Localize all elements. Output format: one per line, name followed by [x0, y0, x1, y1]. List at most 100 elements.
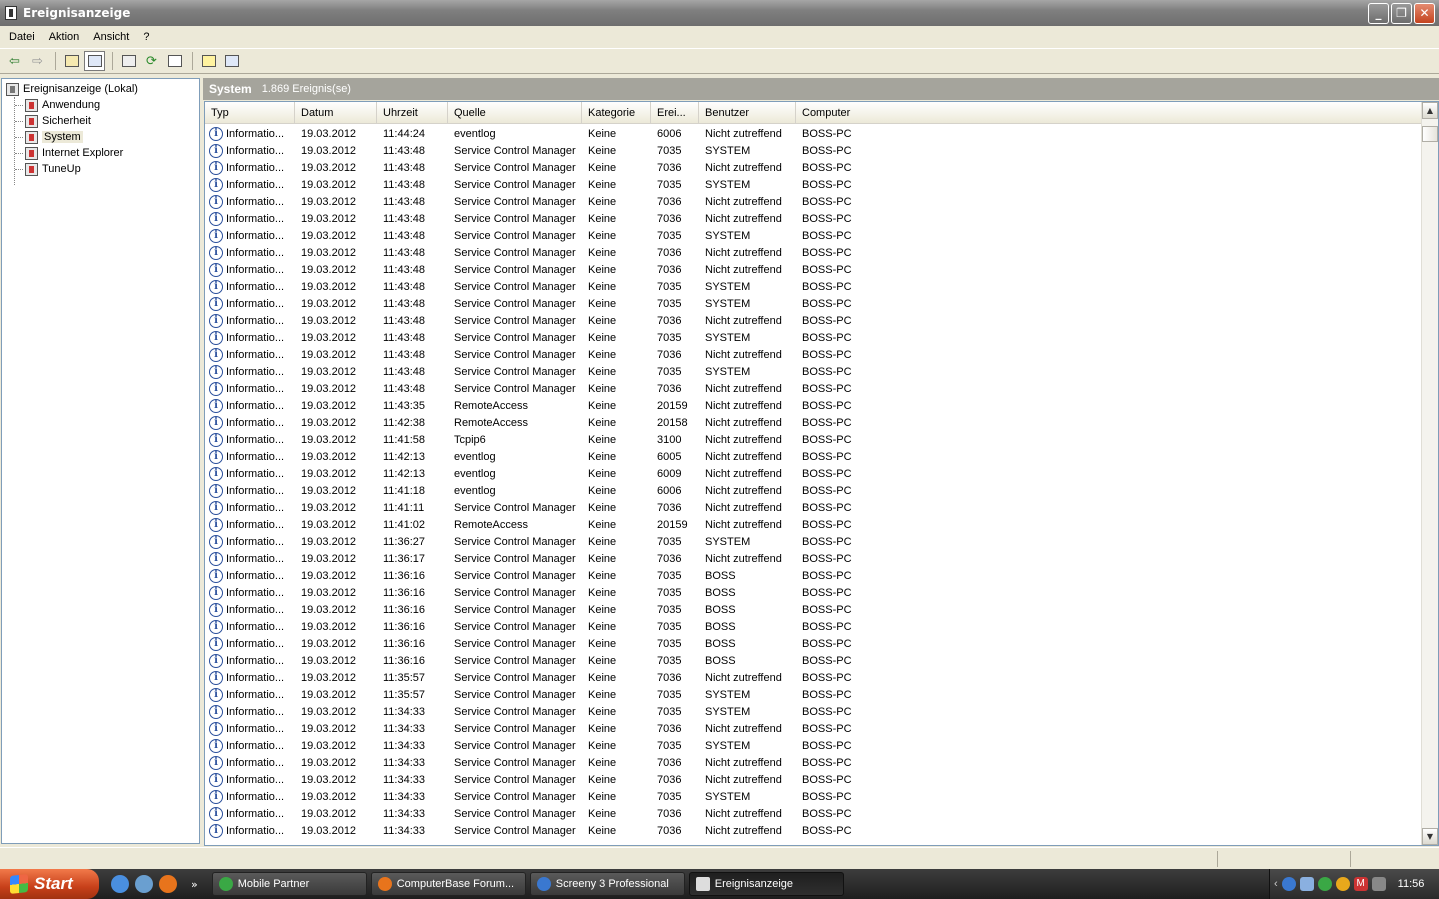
table-row[interactable]: i Informatio... 19.03.2012 11:34:33 Service …	[205, 822, 1421, 839]
tray-mobile-partner-icon[interactable]	[1317, 877, 1332, 891]
table-row[interactable]: i Informatio... 19.03.2012 11:36:27 Service …	[205, 533, 1421, 550]
table-row[interactable]: i Informatio... 19.03.2012 11:35:57 Service …	[205, 669, 1421, 686]
tray-app-icon[interactable]	[1335, 877, 1350, 891]
tray-mail-icon[interactable]: M	[1353, 877, 1368, 891]
ie-quicklaunch-icon[interactable]	[111, 875, 129, 893]
table-row[interactable]: i Informatio... 19.03.2012 11:43:48 Service …	[205, 261, 1421, 278]
table-row[interactable]: i Informatio... 19.03.2012 11:42:13 eventlog…	[205, 448, 1421, 465]
table-row[interactable]: i Informatio... 19.03.2012 11:43:48 Service …	[205, 227, 1421, 244]
event-source-cell: Service Control Manager	[454, 773, 576, 786]
table-row[interactable]: i Informatio... 19.03.2012 11:41:11 Service …	[205, 499, 1421, 516]
event-category-cell: Keine	[588, 263, 617, 276]
show-hide-tree-icon[interactable]	[84, 51, 105, 71]
scroll-thumb[interactable]	[1422, 126, 1438, 142]
table-row[interactable]: i Informatio... 19.03.2012 11:34:33 Service …	[205, 754, 1421, 771]
table-row[interactable]: i Informatio... 19.03.2012 11:34:33 Service …	[205, 703, 1421, 720]
tray-network-icon[interactable]	[1299, 877, 1314, 891]
table-row[interactable]: i Informatio... 19.03.2012 11:41:02 RemoteAc…	[205, 516, 1421, 533]
up-folder-icon[interactable]	[61, 51, 82, 71]
taskbar-button-mobile-partner[interactable]: Mobile Partner	[211, 872, 367, 896]
vertical-scrollbar[interactable]: ▲ ▼	[1421, 102, 1438, 845]
table-row[interactable]: i Informatio... 19.03.2012 11:43:48 Service …	[205, 176, 1421, 193]
tree-connector	[15, 121, 23, 122]
table-row[interactable]: i Informatio... 19.03.2012 11:34:33 Service …	[205, 737, 1421, 754]
tree-item-tuneup[interactable]: TuneUp	[25, 161, 81, 177]
scroll-down-button[interactable]: ▼	[1422, 828, 1438, 845]
table-row[interactable]: i Informatio... 19.03.2012 11:35:57 Service …	[205, 686, 1421, 703]
tray-security-icon[interactable]	[1371, 877, 1386, 891]
tree-item-system[interactable]: System	[25, 129, 83, 145]
taskbar-button-screeny[interactable]: Screeny 3 Professional	[529, 872, 685, 896]
column-header-quelle[interactable]: Quelle	[448, 102, 582, 124]
tree-item-sicherheit[interactable]: Sicherheit	[25, 113, 91, 129]
column-header-datum[interactable]: Datum	[295, 102, 377, 124]
table-row[interactable]: i Informatio... 19.03.2012 11:36:16 Service …	[205, 567, 1421, 584]
information-icon: i	[209, 432, 223, 447]
table-row[interactable]: i Informatio... 19.03.2012 11:43:48 Service …	[205, 210, 1421, 227]
menu-aktion[interactable]: Aktion	[42, 31, 87, 43]
tree-root[interactable]: Ereignisanzeige (Lokal)	[6, 81, 138, 97]
table-row[interactable]: i Informatio... 19.03.2012 11:43:48 Service …	[205, 295, 1421, 312]
table-row[interactable]: i Informatio... 19.03.2012 11:36:16 Service …	[205, 635, 1421, 652]
column-header-ereignis[interactable]: Erei...	[651, 102, 699, 124]
table-row[interactable]: i Informatio... 19.03.2012 11:43:48 Service …	[205, 329, 1421, 346]
event-computer-cell: BOSS-PC	[802, 790, 852, 803]
help-icon[interactable]	[198, 51, 219, 71]
table-row[interactable]: i Informatio... 19.03.2012 11:43:48 Service …	[205, 363, 1421, 380]
close-button[interactable]: ✕	[1414, 3, 1435, 24]
table-row[interactable]: i Informatio... 19.03.2012 11:36:16 Service …	[205, 601, 1421, 618]
quicklaunch-overflow-icon[interactable]: »	[191, 878, 198, 891]
table-row[interactable]: i Informatio... 19.03.2012 11:43:35 RemoteAc…	[205, 397, 1421, 414]
table-row[interactable]: i Informatio... 19.03.2012 11:43:48 Service …	[205, 278, 1421, 295]
information-icon: i	[209, 279, 223, 294]
scroll-up-button[interactable]: ▲	[1422, 102, 1438, 119]
table-row[interactable]: i Informatio... 19.03.2012 11:34:33 Service …	[205, 788, 1421, 805]
table-row[interactable]: i Informatio... 19.03.2012 11:41:18 eventlog…	[205, 482, 1421, 499]
table-row[interactable]: i Informatio... 19.03.2012 11:43:48 Service …	[205, 346, 1421, 363]
table-row[interactable]: i Informatio... 19.03.2012 11:43:48 Service …	[205, 312, 1421, 329]
table-row[interactable]: i Informatio... 19.03.2012 11:34:33 Service …	[205, 805, 1421, 822]
table-row[interactable]: i Informatio... 19.03.2012 11:43:48 Service …	[205, 380, 1421, 397]
column-header-computer[interactable]: Computer	[796, 102, 896, 124]
minimize-button[interactable]: _	[1368, 3, 1389, 24]
taskbar-button-computerbase[interactable]: ComputerBase Forum...	[370, 872, 526, 896]
menu-help[interactable]: ?	[136, 31, 156, 43]
table-row[interactable]: i Informatio... 19.03.2012 11:42:38 RemoteAc…	[205, 414, 1421, 431]
back-icon[interactable]: ⇦	[4, 51, 25, 71]
menu-ansicht[interactable]: Ansicht	[86, 31, 136, 43]
firefox-quicklaunch-icon[interactable]	[159, 875, 177, 893]
column-header-benutzer[interactable]: Benutzer	[699, 102, 796, 124]
forward-icon[interactable]: ⇨	[27, 51, 48, 71]
table-row[interactable]: i Informatio... 19.03.2012 11:42:13 eventlog…	[205, 465, 1421, 482]
export-list-icon[interactable]	[164, 51, 185, 71]
event-computer-cell: BOSS-PC	[802, 195, 852, 208]
column-header-kategorie[interactable]: Kategorie	[582, 102, 651, 124]
console-icon[interactable]	[221, 51, 242, 71]
column-header-typ[interactable]: Typ	[205, 102, 295, 124]
start-button[interactable]: Start	[0, 869, 99, 899]
menu-datei[interactable]: Datei	[2, 31, 42, 43]
tree-item-internet-explorer[interactable]: Internet Explorer	[25, 145, 123, 161]
table-row[interactable]: i Informatio... 19.03.2012 11:41:58 Tcpip6 Ke…	[205, 431, 1421, 448]
table-row[interactable]: i Informatio... 19.03.2012 11:43:48 Service …	[205, 142, 1421, 159]
table-row[interactable]: i Informatio... 19.03.2012 11:43:48 Service …	[205, 159, 1421, 176]
tray-screeny-icon[interactable]	[1281, 877, 1296, 891]
taskbar-button-ereignisanzeige[interactable]: Ereignisanzeige	[688, 872, 844, 896]
table-row[interactable]: i Informatio... 19.03.2012 11:34:33 Service …	[205, 771, 1421, 788]
tree-item-anwendung[interactable]: Anwendung	[25, 97, 100, 113]
event-user-cell: BOSS	[705, 637, 736, 650]
network-quicklaunch-icon[interactable]	[135, 875, 153, 893]
tray-expand-icon[interactable]: ‹	[1274, 878, 1278, 890]
table-row[interactable]: i Informatio... 19.03.2012 11:34:33 Service …	[205, 720, 1421, 737]
properties-icon[interactable]	[118, 51, 139, 71]
table-row[interactable]: i Informatio... 19.03.2012 11:36:16 Service …	[205, 618, 1421, 635]
restore-button[interactable]: ❐	[1391, 3, 1412, 24]
column-header-uhrzeit[interactable]: Uhrzeit	[377, 102, 448, 124]
table-row[interactable]: i Informatio... 19.03.2012 11:36:16 Service …	[205, 652, 1421, 669]
table-row[interactable]: i Informatio... 19.03.2012 11:43:48 Service …	[205, 193, 1421, 210]
table-row[interactable]: i Informatio... 19.03.2012 11:43:48 Service …	[205, 244, 1421, 261]
refresh-icon[interactable]: ⟳	[141, 51, 162, 71]
table-row[interactable]: i Informatio... 19.03.2012 11:36:16 Service …	[205, 584, 1421, 601]
table-row[interactable]: i Informatio... 19.03.2012 11:36:17 Service …	[205, 550, 1421, 567]
table-row[interactable]: i Informatio... 19.03.2012 11:44:24 eventlog…	[205, 125, 1421, 142]
